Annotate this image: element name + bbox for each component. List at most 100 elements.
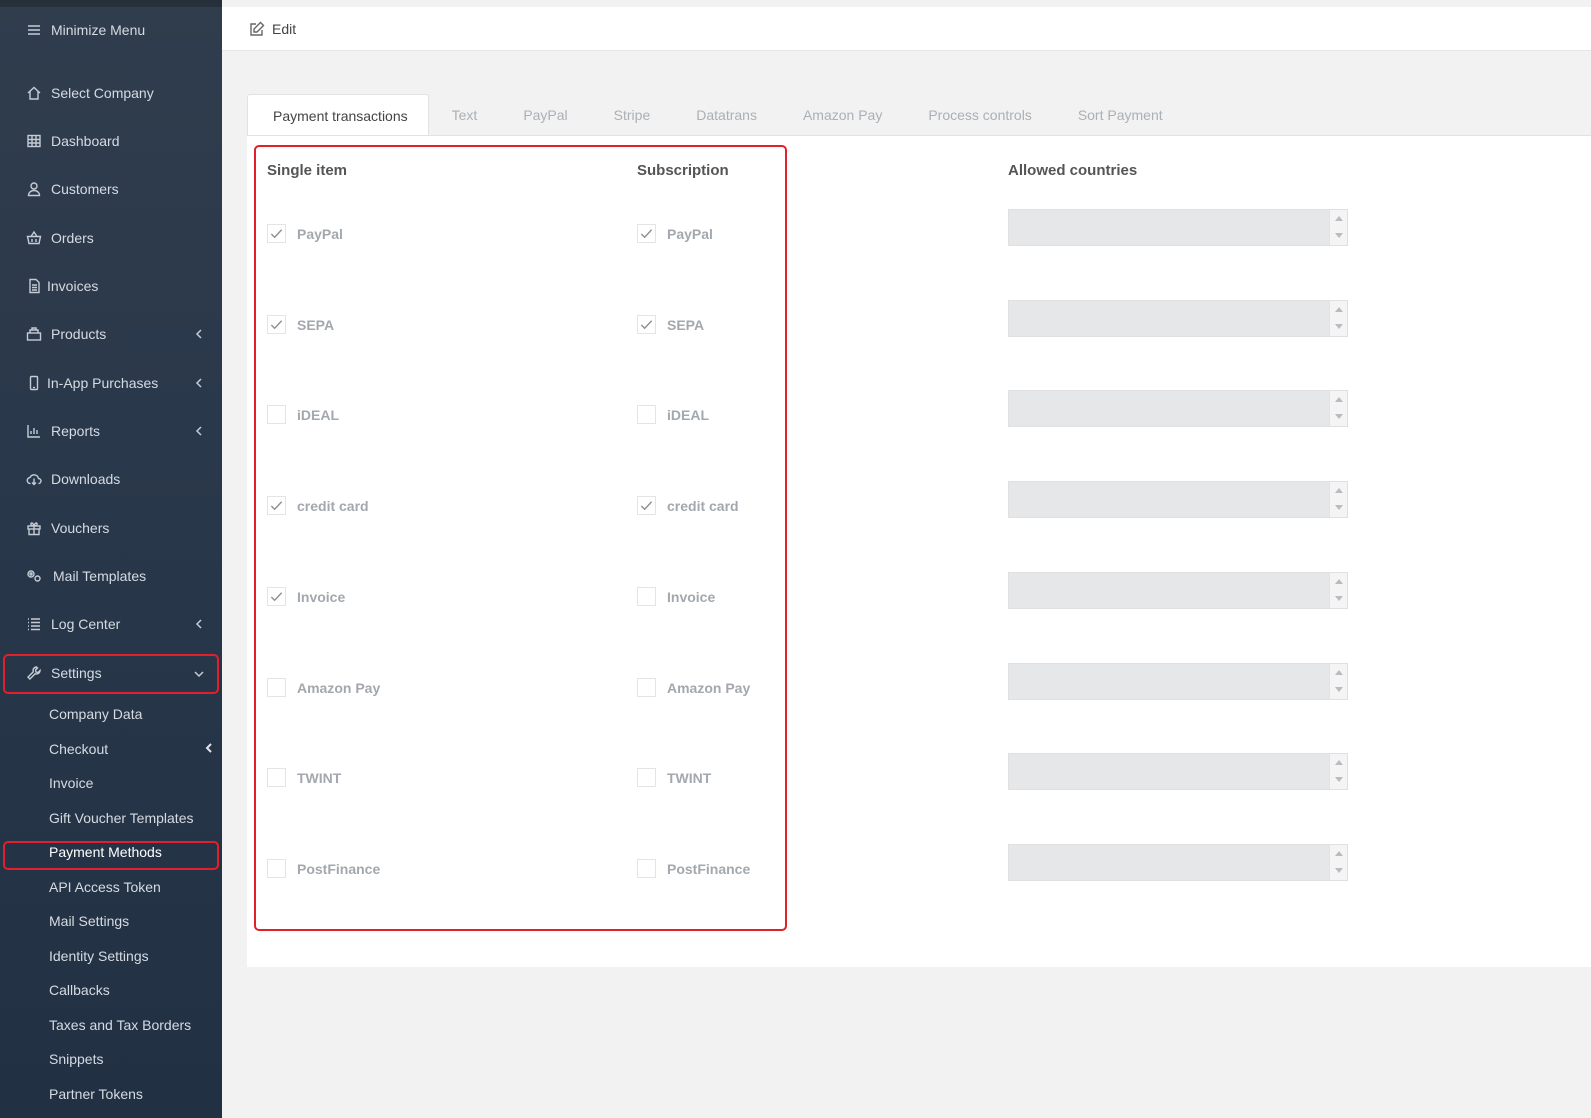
chevron-left-icon (192, 617, 206, 631)
tab-text[interactable]: Text (429, 94, 501, 136)
sidebar-item-log-center[interactable]: Log Center (0, 604, 222, 644)
single-amazon-pay-checkbox[interactable] (267, 678, 286, 697)
payment-method-label: PayPal (667, 225, 713, 242)
spinner-arrows-icon[interactable] (1329, 391, 1347, 426)
edit-icon[interactable] (249, 21, 265, 37)
spinner-arrows-icon[interactable] (1329, 482, 1347, 517)
subscription-ideal-checkbox[interactable] (637, 405, 656, 424)
payment-method-label: Invoice (667, 588, 716, 605)
minimize-menu-button[interactable]: Minimize Menu (0, 10, 222, 50)
settings-sub-partner-tokens[interactable]: Partner Tokens (49, 1079, 143, 1109)
single-invoice-row: Invoice (267, 587, 345, 606)
minimize-menu-label: Minimize Menu (51, 22, 146, 38)
payment-method-label: Amazon Pay (297, 679, 381, 696)
single-amazon-pay-row: Amazon Pay (267, 678, 380, 697)
subscription-invoice-row: Invoice (637, 587, 715, 606)
hamburger-icon (25, 21, 43, 39)
subscription-credit-card-checkbox[interactable] (637, 496, 656, 515)
spinner-arrows-icon[interactable] (1329, 301, 1347, 336)
single-postfinance-row: PostFinance (267, 859, 380, 878)
settings-sub-gift-voucher-templates[interactable]: Gift Voucher Templates (49, 803, 193, 833)
sidebar: Minimize Menu Select Company Dashboard C… (0, 0, 222, 1118)
single-credit-card-checkbox[interactable] (267, 496, 286, 515)
tab-process-controls[interactable]: Process controls (905, 94, 1054, 136)
checkmark-icon (640, 229, 653, 239)
allowed-countries-sepa-select[interactable] (1008, 300, 1348, 337)
sidebar-item-label: Dashboard (51, 133, 120, 149)
sidebar-item-label: Products (51, 326, 107, 342)
chevron-left-icon (192, 424, 206, 438)
spinner-arrows-icon[interactable] (1329, 845, 1347, 880)
sidebar-item-downloads[interactable]: Downloads (0, 459, 222, 499)
settings-sub-invoice[interactable]: Invoice (49, 768, 93, 798)
allowed-countries-postfinance-select[interactable] (1008, 844, 1348, 881)
sidebar-item-invoices[interactable]: Invoices (0, 266, 222, 306)
subscription-sepa-row: SEPA (637, 315, 704, 334)
spinner-arrows-icon[interactable] (1329, 664, 1347, 699)
single-invoice-checkbox[interactable] (267, 587, 286, 606)
wrench-icon (25, 664, 43, 682)
tab-stripe[interactable]: Stripe (591, 94, 674, 136)
spinner-arrows-icon[interactable] (1329, 754, 1347, 789)
sidebar-item-orders[interactable]: Orders (0, 218, 222, 258)
sidebar-item-label: Orders (51, 230, 94, 246)
spinner-arrows-icon[interactable] (1329, 210, 1347, 245)
allowed-countries-twint-select[interactable] (1008, 753, 1348, 790)
allowed-countries-paypal-select[interactable] (1008, 209, 1348, 246)
edit-button[interactable]: Edit (272, 21, 296, 37)
single-twint-checkbox[interactable] (267, 768, 286, 787)
settings-sub-checkout[interactable]: Checkout (49, 734, 108, 764)
box-icon (25, 325, 43, 343)
subscription-ideal-row: iDEAL (637, 405, 709, 424)
subscription-twint-row: TWINT (637, 768, 711, 787)
subscription-twint-checkbox[interactable] (637, 768, 656, 787)
settings-sub-api-access-token[interactable]: API Access Token (49, 872, 161, 902)
settings-sub-payment-methods[interactable]: Payment Methods (49, 837, 162, 867)
sidebar-item-vouchers[interactable]: Vouchers (0, 508, 222, 548)
single-ideal-checkbox[interactable] (267, 405, 286, 424)
checkmark-icon (270, 592, 283, 602)
tab-sort-payment[interactable]: Sort Payment (1055, 94, 1186, 136)
tab-datatrans[interactable]: Datatrans (673, 94, 780, 136)
gift-icon (25, 519, 43, 537)
sidebar-item-products[interactable]: Products (0, 314, 222, 354)
subscription-invoice-checkbox[interactable] (637, 587, 656, 606)
sidebar-item-reports[interactable]: Reports (0, 411, 222, 451)
subscription-postfinance-checkbox[interactable] (637, 859, 656, 878)
allowed-countries-credit-card-select[interactable] (1008, 481, 1348, 518)
chevron-left-icon (192, 327, 206, 341)
settings-sub-taxes[interactable]: Taxes and Tax Borders (49, 1010, 191, 1040)
single-item-heading: Single item (267, 162, 348, 179)
sidebar-item-dashboard[interactable]: Dashboard (0, 121, 222, 161)
allowed-countries-amazon-pay-select[interactable] (1008, 663, 1348, 700)
single-paypal-checkbox[interactable] (267, 224, 286, 243)
grid-table-icon (25, 132, 43, 150)
checkmark-icon (640, 501, 653, 511)
subscription-amazon-pay-checkbox[interactable] (637, 678, 656, 697)
tab-payment-transactions[interactable]: Payment transactions (247, 94, 429, 136)
mobile-phone-icon (25, 374, 43, 392)
chevron-left-icon (202, 741, 216, 755)
spinner-arrows-icon[interactable] (1329, 573, 1347, 608)
single-sepa-checkbox[interactable] (267, 315, 286, 334)
allowed-countries-ideal-select[interactable] (1008, 390, 1348, 427)
settings-sub-mail-settings[interactable]: Mail Settings (49, 906, 129, 936)
sidebar-item-mail-templates[interactable]: Mail Templates (0, 556, 222, 596)
sidebar-item-settings[interactable]: Settings (0, 653, 222, 693)
payment-method-label: PostFinance (667, 860, 751, 877)
subscription-paypal-checkbox[interactable] (637, 224, 656, 243)
allowed-countries-invoice-select[interactable] (1008, 572, 1348, 609)
settings-sub-callbacks[interactable]: Callbacks (49, 975, 110, 1005)
subscription-sepa-checkbox[interactable] (637, 315, 656, 334)
settings-sub-identity-settings[interactable]: Identity Settings (49, 941, 149, 971)
settings-sub-snippets[interactable]: Snippets (49, 1044, 103, 1074)
payment-method-label: iDEAL (297, 406, 339, 423)
tab-paypal[interactable]: PayPal (500, 94, 590, 136)
tab-amazon-pay[interactable]: Amazon Pay (780, 94, 905, 136)
settings-sub-company-data[interactable]: Company Data (49, 699, 142, 729)
sidebar-item-customers[interactable]: Customers (0, 169, 222, 209)
sidebar-item-in-app-purchases[interactable]: In-App Purchases (0, 363, 222, 403)
sidebar-item-select-company[interactable]: Select Company (0, 73, 222, 113)
sidebar-item-label: Settings (51, 665, 102, 681)
single-postfinance-checkbox[interactable] (267, 859, 286, 878)
